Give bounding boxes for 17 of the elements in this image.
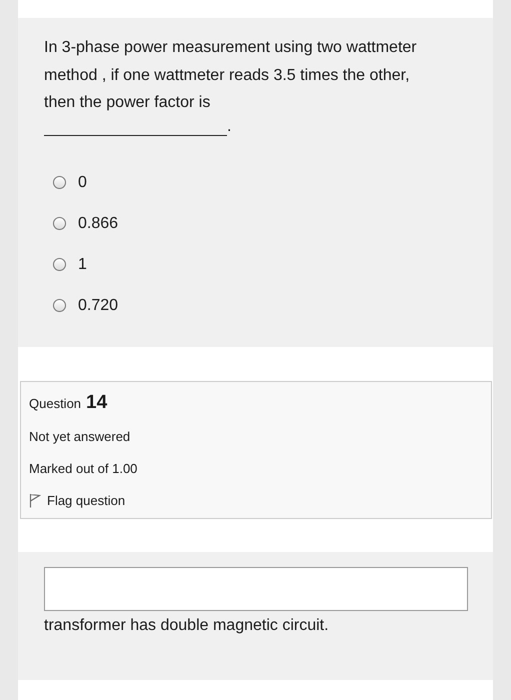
- radio-button[interactable]: [53, 299, 66, 312]
- blank-period: .: [227, 118, 232, 136]
- question-status: Not yet answered: [29, 428, 130, 444]
- answer-field[interactable]: [44, 567, 468, 611]
- question-label: Question: [29, 396, 82, 411]
- radio-button[interactable]: [53, 258, 66, 271]
- question-number: 14: [86, 392, 108, 414]
- option-label[interactable]: 1: [78, 256, 87, 274]
- option-label[interactable]: 0.866: [78, 214, 118, 232]
- question-marks: Marked out of 1.00: [29, 460, 138, 476]
- option-label[interactable]: 0.720: [78, 296, 118, 314]
- flag-question-link[interactable]: Flag question: [47, 492, 126, 508]
- radio-button[interactable]: [53, 217, 66, 230]
- radio-button[interactable]: [53, 176, 66, 189]
- question-text: In 3-phase power measurement using two wattmeter method , if one wattmeter reads 3.5 times the other, then the power factor is: [44, 38, 418, 113]
- option-label[interactable]: 0: [78, 174, 87, 192]
- question-text: transformer has double magnetic circuit.: [44, 617, 330, 635]
